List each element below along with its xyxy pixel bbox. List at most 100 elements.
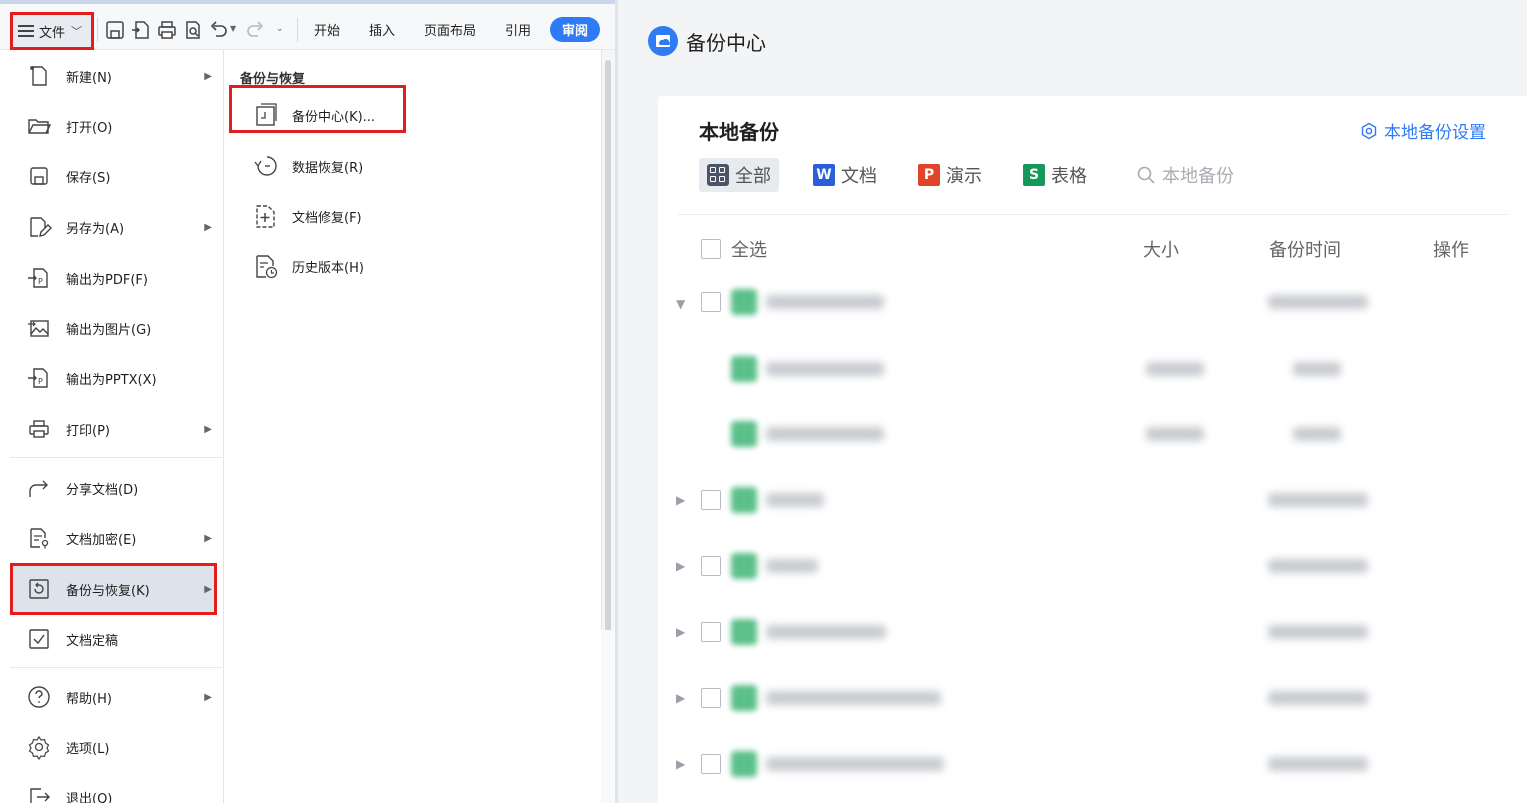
save-icon [30,167,48,185]
toolbar-divider [97,18,98,42]
collapse-arrow-icon[interactable]: ▼ [676,297,685,311]
filter-label: 演示 [946,166,982,187]
doc-repair-icon [256,205,275,228]
blurred-backup-time [1268,559,1368,573]
submenu-item-data-recovery[interactable]: 数据恢复(R) [252,146,363,186]
menu-item-label: 输出为PDF(F) [66,272,148,288]
menu-item-label: 文档加密(E) [66,532,137,548]
finalize-icon [29,629,49,649]
menu-item-export-pdf[interactable]: P 输出为PDF(F) [10,253,217,303]
filter-spreadsheets[interactable]: S 表格 [1023,158,1087,192]
table-row-checkbox[interactable] [701,490,721,510]
search-icon [1137,166,1155,184]
menu-item-label: 保存(S) [66,170,111,186]
submenu-arrow-icon: ▶ [204,423,212,435]
chevron-down-icon: ﹀ [71,25,83,38]
menu-item-export-image[interactable]: 输出为图片(G) [10,303,217,353]
submenu-arrow-icon: ▶ [204,221,212,233]
blurred-file-name [766,559,818,573]
blurred-file-name [766,757,944,771]
printer-icon[interactable] [155,18,179,42]
local-backup-settings-link[interactable]: 本地备份设置 [1360,118,1486,143]
blurred-backup-time [1268,757,1368,771]
file-menu: 新建(N) ▶ 打开(O) 保存(S) 另存为(A) ▶ P 输出为PDF(F) [0,50,224,803]
column-actions: 操作 [1433,240,1469,261]
undo-dropdown-icon[interactable]: ▼ [230,24,236,33]
blurred-file-name [766,625,886,639]
export-pdf-icon[interactable] [129,18,153,42]
menu-item-backup-restore[interactable]: 备份与恢复(K) ▶ [10,563,217,615]
tab-insert[interactable]: 插入 [369,20,395,39]
expand-arrow-icon[interactable]: ▶ [676,691,685,705]
export-pdf-icon: P [28,268,48,288]
filter-label: 表格 [1051,166,1087,187]
folder-open-icon [28,119,52,134]
tab-references[interactable]: 引用 [505,20,531,39]
file-menu-label: 文件 [39,25,66,41]
file-icon [731,421,757,447]
select-all-checkbox[interactable] [701,239,721,259]
tab-home[interactable]: 开始 [314,20,340,39]
svg-text:P: P [38,277,43,286]
menu-item-save-as[interactable]: 另存为(A) ▶ [10,202,217,252]
file-menu-button[interactable]: 文件 ﹀ [10,12,94,50]
filter-all[interactable]: 全部 [699,158,779,192]
expand-arrow-icon[interactable]: ▶ [676,757,685,771]
local-backup-panel: 本地备份 本地备份设置 全部 W 文档 P 演示 S 表格 本地备份 全选 大小… [658,96,1527,803]
menu-divider [10,667,222,668]
save-icon[interactable] [103,18,127,42]
backup-center-highlight [229,85,406,133]
menu-item-label: 新建(N) [66,70,112,86]
menu-item-exit[interactable]: 退出(Q) [10,772,217,803]
menu-item-print[interactable]: 打印(P) ▶ [10,404,217,454]
menu-item-share[interactable]: 分享文档(D) [10,463,217,513]
word-icon: W [813,164,835,186]
filter-documents[interactable]: W 文档 [813,158,877,192]
export-pptx-icon: P [28,368,48,388]
blurred-file-size [1146,427,1204,441]
expand-arrow-icon[interactable]: ▶ [676,625,685,639]
menu-item-encrypt[interactable]: 文档加密(E) ▶ [10,513,217,563]
blurred-backup-time [1268,691,1368,705]
menu-item-label: 选项(L) [66,741,110,757]
menu-item-new[interactable]: 新建(N) ▶ [10,51,217,101]
tab-review[interactable]: 审阅 [550,17,600,42]
backup-search[interactable]: 本地备份 [1136,158,1234,192]
screen: 文件 ﹀ ▼ ⌄ 开始 插入 页面布局 引用 审阅 新建(N) ▶ 打开(O) … [0,0,1527,803]
menu-item-label: 备份与恢复(K) [66,583,150,599]
menu-item-help[interactable]: 帮助(H) ▶ [10,672,217,722]
save-as-icon [30,217,52,237]
submenu-arrow-icon: ▶ [204,691,212,703]
table-row-checkbox[interactable] [701,622,721,642]
menu-item-export-pptx[interactable]: P 输出为PPTX(X) [10,353,217,403]
blurred-file-name [766,362,884,376]
table-row-checkbox[interactable] [701,292,721,312]
expand-arrow-icon[interactable]: ▶ [676,559,685,573]
table-row-checkbox[interactable] [701,556,721,576]
blurred-file-name [766,295,884,309]
menu-item-label: 另存为(A) [66,221,125,237]
menu-item-options[interactable]: 选项(L) [10,722,217,772]
table-row-checkbox[interactable] [701,754,721,774]
column-size: 大小 [1143,240,1179,261]
data-recovery-icon [254,156,277,176]
table-row-checkbox[interactable] [701,688,721,708]
menu-item-save[interactable]: 保存(S) [10,151,217,201]
backup-restore-submenu: 备份与恢复 备份中心(K)... 数据恢复(R) 文档修复(F) 历史版本(H) [224,50,601,803]
menu-item-finalize[interactable]: 文档定稿 [10,614,217,664]
filter-presentations[interactable]: P 演示 [918,158,982,192]
redo-icon[interactable] [243,18,267,42]
submenu-arrow-icon: ▶ [204,70,212,82]
tab-page-layout[interactable]: 页面布局 [424,20,476,39]
menu-item-open[interactable]: 打开(O) [10,101,217,151]
expand-arrow-icon[interactable]: ▶ [676,493,685,507]
customize-toolbar-icon[interactable]: ⌄ [276,24,284,34]
print-preview-icon[interactable] [181,18,205,42]
presentation-icon: P [918,164,940,186]
undo-icon[interactable] [207,18,231,42]
settings-hex-icon [1361,122,1377,139]
submenu-item-history-version[interactable]: 历史版本(H) [252,246,364,286]
settings-label: 本地备份设置 [1384,123,1486,143]
blurred-file-size [1146,362,1204,376]
submenu-item-doc-repair[interactable]: 文档修复(F) [252,196,362,236]
